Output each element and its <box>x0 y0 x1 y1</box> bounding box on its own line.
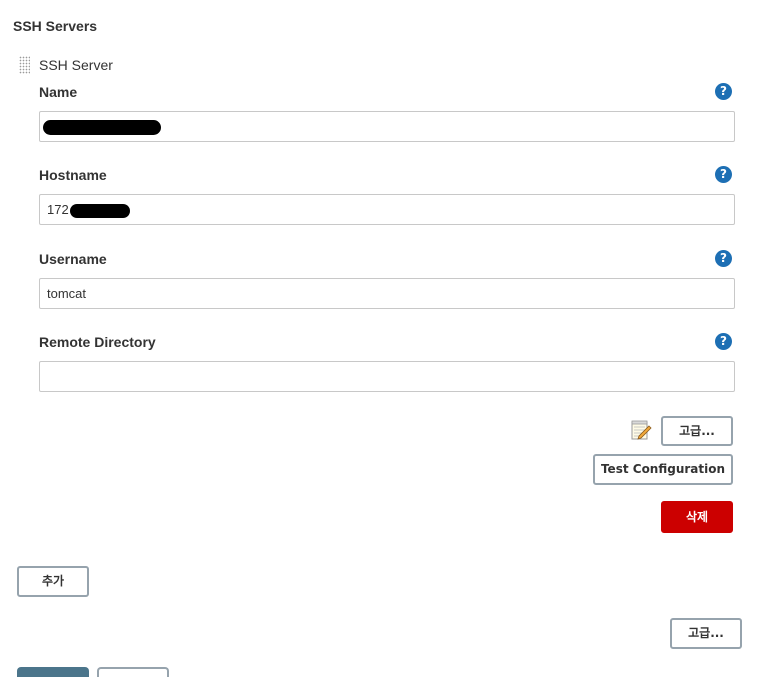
remote-directory-label: Remote Directory <box>39 334 156 350</box>
name-input[interactable] <box>39 111 735 142</box>
primary-button-stub[interactable] <box>17 667 89 677</box>
username-input[interactable]: tomcat <box>39 278 735 309</box>
username-help-icon[interactable]: ? <box>715 250 732 267</box>
name-help-icon[interactable]: ? <box>715 83 732 100</box>
add-button[interactable]: 추가 <box>17 566 89 597</box>
drag-handle-icon[interactable] <box>19 56 30 74</box>
test-configuration-button[interactable]: Test Configuration <box>593 454 733 485</box>
section-title-ssh-servers: SSH Servers <box>13 18 98 34</box>
remote-directory-input[interactable] <box>39 361 735 392</box>
footer-advanced-button[interactable]: 고급... <box>670 618 742 649</box>
remote-directory-help-icon[interactable]: ? <box>715 333 732 350</box>
delete-button[interactable]: 삭제 <box>661 501 733 533</box>
secondary-button-stub[interactable] <box>97 667 169 677</box>
notepad-pencil-icon <box>631 420 652 440</box>
username-label: Username <box>39 251 107 267</box>
hostname-label: Hostname <box>39 167 107 183</box>
hostname-help-icon[interactable]: ? <box>715 166 732 183</box>
hostname-input[interactable]: 172 <box>39 194 735 225</box>
ssh-server-label: SSH Server <box>39 57 113 73</box>
name-label: Name <box>39 84 78 100</box>
server-advanced-button[interactable]: 고급... <box>661 416 733 446</box>
hostname-value-prefix: 172 <box>47 202 69 217</box>
redacted-value <box>43 120 161 136</box>
redacted-value <box>69 203 130 218</box>
